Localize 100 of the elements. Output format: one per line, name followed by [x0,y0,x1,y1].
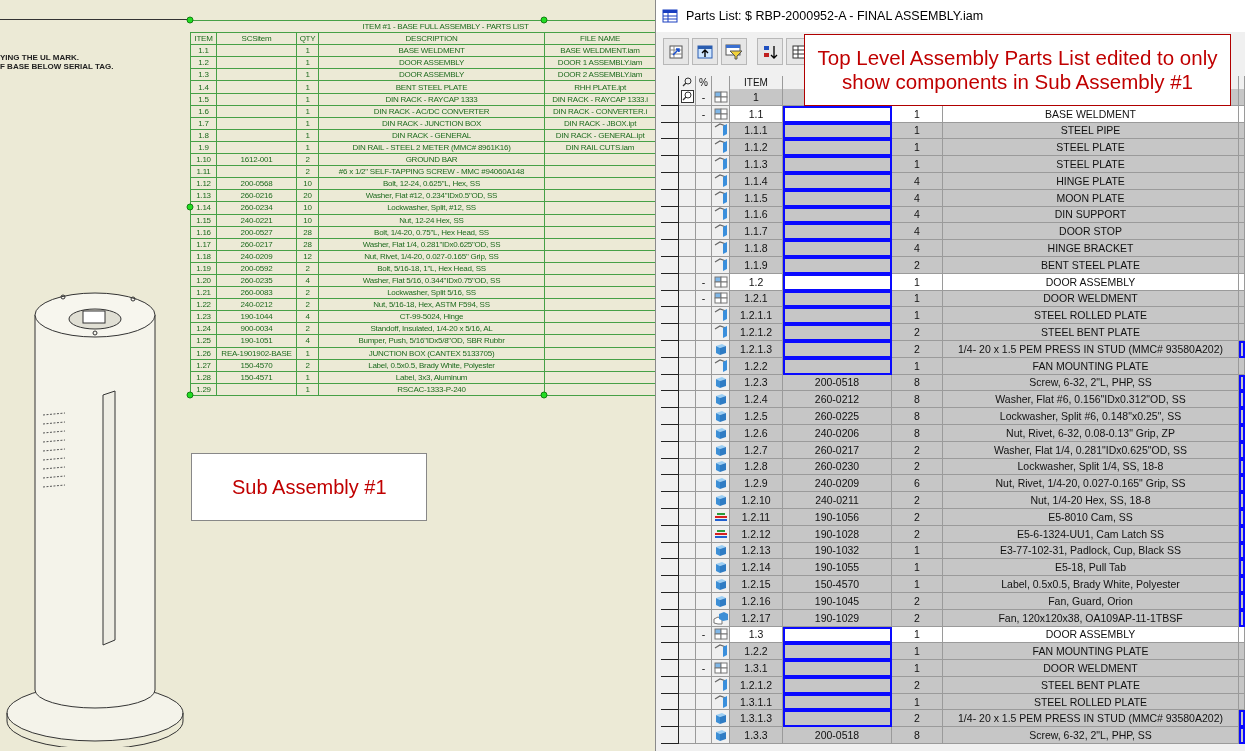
qty-cell: 2 [892,508,943,526]
table-cell: 1 [296,347,319,360]
grip-handle[interactable] [540,16,548,24]
row-header[interactable] [661,223,679,241]
table-cell: 150-4571 [216,371,297,384]
sheet-metal-icon [713,644,728,659]
table-cell: Nut, 5/16-18, Hex, ASTM F594, SS [318,298,545,311]
qty-cell: 8 [892,408,943,425]
table-cell: JUNCTION BOX (CANTEX 5133705) [318,347,545,360]
table-cell: 1.28 [190,371,217,384]
item-cell: 1.2.1.2 [730,676,783,694]
table-cell: 1.27 [190,359,217,372]
qty-cell: 2 [892,256,943,274]
description-cell: E5-6-1324-UU1, Cam Latch SS [943,525,1239,543]
table-row[interactable]: 1.2.15 150-4570 1 Label, 0.5x0.5, Brady White, Polyester [661,576,1245,593]
toolbar-button[interactable] [721,38,747,65]
table-row[interactable]: 1.3.1.3 2 1/4- 20 x 1.5 PEM PRESS IN STUD (MMC# 93580A202) [661,710,1245,728]
row-header[interactable] [661,240,679,257]
table-row[interactable]: 1.2.1.1 1 STEEL ROLLED PLATE [661,307,1245,325]
zoom-icon[interactable] [680,90,694,104]
row-header[interactable] [661,139,679,157]
toggle-cell[interactable]: - [696,660,712,677]
table-cell: Bolt, 5/16-18, 1"L, Hex Head, SS [318,262,545,275]
grip-handle[interactable] [186,203,194,211]
row-header[interactable] [661,727,679,745]
table-cell: 1 [296,117,319,130]
table-cell[interactable] [1239,559,1245,577]
toolbar-button[interactable] [663,38,689,65]
table-cell: 2 [296,322,319,335]
table-cell: DIN RAIL - STEEL 2 METER (MMC# 8961K16) [318,141,545,154]
row-header[interactable] [661,475,679,493]
table-cell[interactable] [1239,424,1245,442]
table-cell: Bolt, 12-24, 0.625"L, Hex, SS [318,177,545,190]
row-header[interactable] [661,576,679,593]
row-header[interactable] [661,307,679,325]
zoom-icon[interactable] [680,76,694,89]
table-cell: 1 [296,44,319,57]
table-row[interactable]: 1.1.7 4 DOOR STOP [661,223,1245,241]
table-cell[interactable] [1239,391,1245,409]
toolbar-button[interactable] [692,38,718,65]
table-cell[interactable] [1239,542,1245,560]
row-header[interactable] [661,324,679,341]
table-row[interactable]: 1.2.14 190-1055 1 E5-18, Pull Tab [661,559,1245,577]
description-cell: MOON PLATE [943,189,1239,207]
grip-handle[interactable] [186,16,194,24]
table-cell[interactable] [1239,458,1245,476]
table-cell: 10 [296,201,319,214]
row-header[interactable] [661,559,679,577]
grip-handle[interactable] [186,391,194,399]
table-cell[interactable] [1239,525,1245,543]
table-row[interactable]: 1.1.8 4 HINGE BRACKET [661,240,1245,257]
cube-icon [713,375,728,390]
row-header[interactable] [661,391,679,409]
row-header[interactable] [661,643,679,661]
table-cell[interactable] [1239,576,1245,593]
table-cell[interactable] [1239,592,1245,610]
table-cell[interactable] [1239,441,1245,459]
cube-icon [713,392,728,407]
item-cell: 1.1.3 [730,156,783,173]
cube-icon [713,728,728,743]
item-cell: 1.3.1 [730,660,783,677]
sheet-metal-icon [713,241,728,256]
description-cell: Fan, Guard, Orion [943,592,1239,610]
row-header[interactable] [661,408,679,425]
table-row[interactable]: 1.3.3 200-0518 8 Screw, 6-32, 2"L, PHP, SS [661,727,1245,745]
table-row[interactable]: 1.2.1.2 2 STEEL BENT PLATE [661,324,1245,341]
table-row[interactable]: 1.1.3 1 STEEL PLATE [661,156,1245,173]
row-header[interactable] [661,710,679,728]
table-cell: 190-1051 [216,334,297,348]
table-cell[interactable] [1239,340,1245,358]
item-cell: 1.1.5 [730,189,783,207]
table-cell: 1 [296,105,319,118]
cube-icon [713,543,728,558]
table-cell[interactable] [1239,727,1245,745]
table-cell[interactable] [1239,508,1245,526]
table-row[interactable]: 1.1.2 1 STEEL PLATE [661,139,1245,157]
grip-handle[interactable] [540,391,548,399]
table-cell[interactable] [1239,374,1245,392]
row-header[interactable] [661,492,679,509]
table-cell: 1.9 [190,141,217,154]
qty-cell: 2 [892,609,943,627]
sheet-metal-icon [713,157,728,172]
toolbar-button[interactable] [757,38,783,65]
table-row[interactable]: 1.2.2 1 FAN MOUNTING PLATE [661,643,1245,661]
table-row[interactable]: 1.2.10 240-0211 2 Nut, 1/4-20 Hex, SS, 18-8 [661,492,1245,509]
table-row[interactable]: - 1.3.1 1 DOOR WELDMENT [661,660,1245,677]
column-header: ITEM [190,32,217,45]
table-cell[interactable] [1239,609,1245,627]
toggle-cell[interactable]: - [696,89,712,106]
row-header[interactable] [661,156,679,173]
row-header[interactable] [661,660,679,677]
table-cell: 2 [296,359,319,372]
table-cell[interactable] [1239,492,1245,509]
table-cell[interactable] [1239,710,1245,728]
table-cell[interactable] [1239,408,1245,425]
table-cell[interactable] [1239,475,1245,493]
table-row[interactable]: 1.2.9 240-0209 6 Nut, Rivet, 1/4-20, 0.027-0.165" Grip, SS [661,475,1245,493]
table-row[interactable]: 1.2.5 260-0225 8 Lockwasher, Split #6, 0.148"x0.25", SS [661,408,1245,425]
table-row[interactable]: 1.2.4 260-0212 8 Washer, Flat #6, 0.156"IDx0.312"OD, SS [661,391,1245,409]
qty-cell: 1 [892,273,943,291]
